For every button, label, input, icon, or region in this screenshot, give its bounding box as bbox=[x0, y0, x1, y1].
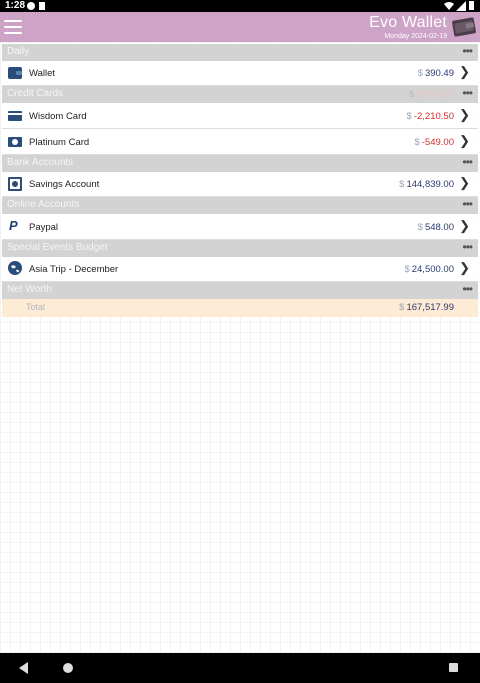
account-amount: $390.49 bbox=[417, 68, 454, 79]
account-label: Savings Account bbox=[29, 179, 100, 190]
section-label: Credit Cards bbox=[7, 88, 64, 99]
system-nav-bar bbox=[0, 653, 480, 683]
section-label: Special Events Budget bbox=[7, 242, 108, 253]
app-bar: Evo Wallet Monday 2024-02-19 bbox=[0, 12, 480, 42]
wallet-icon bbox=[8, 67, 22, 79]
account-row-wisdom-card[interactable]: Wisdom Card $ -2,210.50 ❯ bbox=[2, 103, 478, 129]
section-label: Bank Accounts bbox=[7, 157, 74, 168]
more-options-icon[interactable]: ••• bbox=[462, 155, 473, 169]
wifi-icon bbox=[444, 2, 454, 10]
more-options-icon[interactable]: ••• bbox=[462, 240, 473, 254]
account-label: Wallet bbox=[29, 68, 56, 79]
signal-icon bbox=[456, 1, 466, 11]
total-label: Total bbox=[26, 302, 46, 312]
section-header-online-accounts: Online Accounts ••• bbox=[2, 197, 478, 214]
section-header-daily: Daily ••• bbox=[2, 44, 478, 61]
account-label: Paypal bbox=[29, 222, 59, 233]
section-header-net-worth: Net Worth ••• bbox=[2, 282, 478, 299]
svg-text:P: P bbox=[9, 218, 18, 232]
more-options-icon[interactable]: ••• bbox=[462, 86, 473, 100]
account-amount: $144,839.00 bbox=[399, 179, 454, 190]
notification-icon bbox=[27, 2, 35, 10]
app-title: Evo Wallet bbox=[369, 14, 447, 31]
section-header-special-events: Special Events Budget ••• bbox=[2, 240, 478, 257]
total-amount: $167,517.99 bbox=[399, 302, 454, 313]
account-row-wallet[interactable]: Wallet $390.49 ❯ bbox=[2, 61, 478, 86]
section-label: Net Worth bbox=[7, 284, 52, 295]
section-label: Daily bbox=[7, 46, 30, 57]
wallet-logo-icon bbox=[452, 17, 476, 37]
account-label: Asia Trip - December bbox=[29, 264, 119, 275]
account-row-platinum-card[interactable]: Platinum Card $ -549.00 ❯ bbox=[2, 129, 478, 155]
account-label: Platinum Card bbox=[29, 137, 90, 148]
credit-card-icon bbox=[8, 111, 22, 121]
section-header-credit-cards: Credit Cards $-2,759.50 ••• bbox=[2, 86, 478, 103]
home-icon[interactable] bbox=[63, 663, 73, 673]
status-bar: 1:28 bbox=[0, 0, 480, 12]
recent-apps-icon[interactable] bbox=[449, 663, 458, 672]
accounts-list: Daily ••• Wallet $390.49 ❯ Credit Cards … bbox=[0, 42, 480, 653]
account-amount: $ -2,210.50 bbox=[406, 111, 454, 122]
section-header-bank-accounts: Bank Accounts ••• bbox=[2, 155, 478, 172]
chevron-right-icon[interactable]: ❯ bbox=[459, 133, 470, 149]
status-time: 1:28 bbox=[5, 0, 26, 11]
safe-icon bbox=[8, 177, 22, 191]
money-card-icon bbox=[8, 137, 22, 147]
net-worth-total-row: Total $167,517.99 bbox=[2, 299, 478, 317]
battery-icon bbox=[469, 1, 474, 10]
chevron-right-icon[interactable]: ❯ bbox=[459, 218, 470, 234]
current-date: Monday 2024-02-19 bbox=[384, 33, 447, 40]
back-icon[interactable] bbox=[19, 662, 28, 674]
chevron-right-icon[interactable]: ❯ bbox=[459, 64, 470, 80]
more-options-icon[interactable]: ••• bbox=[462, 197, 473, 211]
more-options-icon[interactable]: ••• bbox=[462, 44, 473, 58]
globe-icon bbox=[8, 261, 22, 275]
chevron-right-icon[interactable]: ❯ bbox=[459, 175, 470, 191]
menu-icon[interactable] bbox=[4, 20, 22, 34]
account-amount: $548.00 bbox=[417, 222, 454, 233]
sd-card-icon bbox=[39, 2, 45, 10]
account-row-savings[interactable]: Savings Account $144,839.00 ❯ bbox=[2, 172, 478, 197]
section-label: Online Accounts bbox=[7, 199, 80, 210]
paypal-icon: P bbox=[9, 218, 18, 232]
account-row-paypal[interactable]: P Paypal $548.00 ❯ bbox=[2, 214, 478, 240]
account-amount: $ -549.00 bbox=[414, 137, 454, 148]
section-sum: $-2,759.50 bbox=[408, 89, 452, 99]
account-row-asia-trip[interactable]: Asia Trip - December $24,500.00 ❯ bbox=[2, 257, 478, 282]
account-amount: $24,500.00 bbox=[404, 264, 454, 275]
account-label: Wisdom Card bbox=[29, 111, 87, 122]
chevron-right-icon[interactable]: ❯ bbox=[459, 107, 470, 123]
chevron-right-icon[interactable]: ❯ bbox=[459, 260, 470, 276]
more-options-icon[interactable]: ••• bbox=[462, 282, 473, 296]
